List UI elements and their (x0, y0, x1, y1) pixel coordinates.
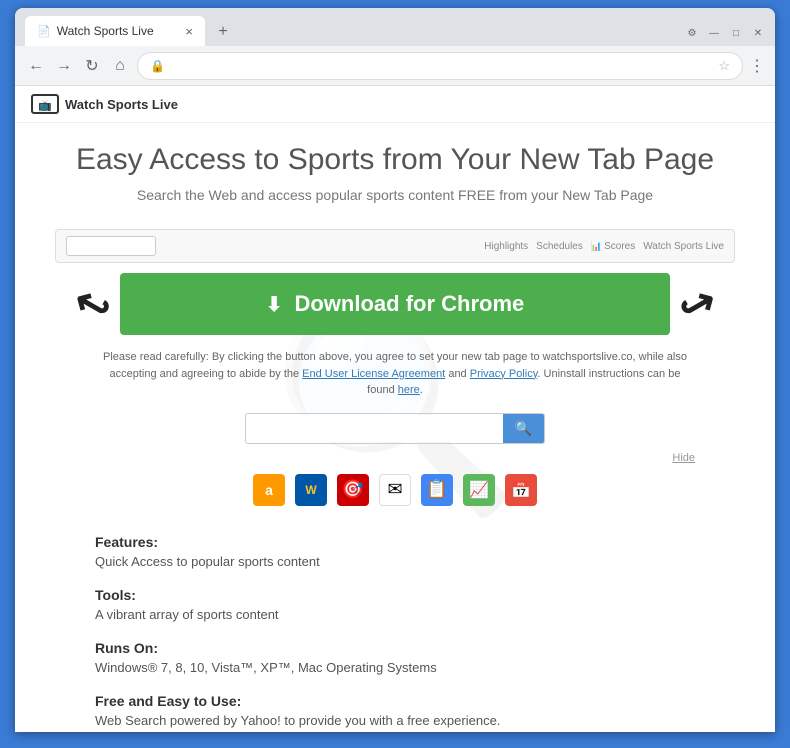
bookmark-calendar[interactable]: 📅 (505, 474, 537, 506)
search-box: 🔍 (245, 413, 545, 444)
star-icon[interactable]: ☆ (718, 58, 730, 74)
reload-button[interactable]: ↻ (81, 55, 103, 77)
feature-title-0: Features: (95, 534, 695, 550)
site-logo-text: Watch Sports Live (65, 97, 178, 112)
search-input[interactable] (246, 415, 503, 442)
bookmark-blue[interactable]: 📋 (421, 474, 453, 506)
preview-search-input[interactable] (66, 236, 156, 256)
hero-subtitle: Search the Web and access popular sports… (55, 187, 735, 203)
browser-tab[interactable]: 📄 Watch Sports Live × (25, 16, 205, 46)
feature-item-0: Features: Quick Access to popular sports… (95, 534, 695, 569)
hero-title: Easy Access to Sports from Your New Tab … (55, 143, 735, 177)
disclaimer-period: . (420, 384, 423, 396)
download-section: ↩ ⬇ Download for Chrome ↩ (75, 273, 715, 335)
toolbar-icons: ⋮ (749, 56, 765, 76)
right-arrow-icon: ↩ (670, 274, 725, 334)
site-logo: 📺 Watch Sports Live (31, 94, 178, 114)
feature-item-1: Tools: A vibrant array of sports content (95, 587, 695, 622)
browser-window: 📄 Watch Sports Live × + ⚙ — □ ✕ ← → ↻ ⌂ … (15, 8, 775, 732)
title-bar: 📄 Watch Sports Live × + ⚙ — □ ✕ (15, 8, 775, 46)
new-tab-button[interactable]: + (209, 18, 237, 46)
here-link[interactable]: here (398, 384, 420, 396)
disclaimer-text: Please read carefully: By clicking the b… (15, 341, 775, 407)
settings-icon[interactable]: ⚙ (685, 26, 699, 40)
feature-desc-1: A vibrant array of sports content (95, 607, 695, 622)
site-header: 📺 Watch Sports Live (15, 86, 775, 123)
close-button[interactable]: ✕ (751, 26, 765, 40)
tab-title: Watch Sports Live (57, 24, 154, 38)
hide-label: Hide (15, 450, 775, 466)
bookmark-amazon[interactable]: a (253, 474, 285, 506)
feature-desc-3: Web Search powered by Yahoo! to provide … (95, 713, 695, 728)
search-submit-button[interactable]: 🔍 (503, 414, 544, 443)
feature-desc-2: Windows® 7, 8, 10, Vista™, XP™, Mac Oper… (95, 660, 695, 675)
privacy-policy-link[interactable]: Privacy Policy (470, 368, 538, 380)
download-button[interactable]: ⬇ Download for Chrome (120, 273, 670, 335)
bookmark-finance[interactable]: 📈 (463, 474, 495, 506)
feature-item-3: Free and Easy to Use: Web Search powered… (95, 693, 695, 728)
bookmark-gmail[interactable]: ✉ (379, 474, 411, 506)
forward-button[interactable]: → (53, 55, 75, 77)
bookmark-target[interactable]: 🎯 (337, 474, 369, 506)
toolbar: ← → ↻ ⌂ 🔒 ☆ ⋮ (15, 46, 775, 86)
tab-close-button[interactable]: × (185, 25, 193, 38)
minimize-button[interactable]: — (707, 26, 721, 40)
feature-title-1: Tools: (95, 587, 695, 603)
eula-link[interactable]: End User License Agreement (302, 368, 445, 380)
hide-link[interactable]: Hide (672, 452, 695, 464)
menu-icon[interactable]: ⋮ (749, 56, 765, 76)
bookmarks-bar: a W 🎯 ✉ 📋 📈 📅 (15, 466, 775, 518)
preview-nav: Highlights Schedules 📊 Scores Watch Spor… (484, 241, 724, 252)
tv-icon: 📺 (31, 94, 59, 114)
search-section: 🔍 (15, 407, 775, 450)
download-icon: ⬇ (266, 292, 283, 317)
window-controls: ⚙ — □ ✕ (685, 26, 765, 46)
preview-bar: Highlights Schedules 📊 Scores Watch Spor… (55, 229, 735, 263)
maximize-button[interactable]: □ (729, 26, 743, 40)
feature-item-2: Runs On: Windows® 7, 8, 10, Vista™, XP™,… (95, 640, 695, 675)
hero-section: Easy Access to Sports from Your New Tab … (15, 123, 775, 229)
feature-desc-0: Quick Access to popular sports content (95, 554, 695, 569)
page-content: 🔍 📺 Watch Sports Live Easy Access to Spo… (15, 86, 775, 732)
home-button[interactable]: ⌂ (109, 55, 131, 77)
preview-nav-schedules: Schedules (536, 241, 583, 252)
bookmark-walmart[interactable]: W (295, 474, 327, 506)
address-bar[interactable]: 🔒 ☆ (137, 52, 743, 80)
feature-title-3: Free and Easy to Use: (95, 693, 695, 709)
preview-nav-scores: 📊 Scores (591, 241, 635, 252)
address-lock-icon: 🔒 (150, 59, 165, 73)
feature-title-2: Runs On: (95, 640, 695, 656)
preview-nav-highlights: Highlights (484, 241, 528, 252)
features-section: Features: Quick Access to popular sports… (15, 518, 775, 733)
download-button-label: Download for Chrome (294, 291, 524, 317)
disclaimer-and: and (445, 368, 469, 380)
tab-page-icon: 📄 (37, 25, 51, 38)
preview-nav-watch: Watch Sports Live (643, 241, 724, 252)
back-button[interactable]: ← (25, 55, 47, 77)
left-arrow-icon: ↩ (65, 274, 120, 334)
